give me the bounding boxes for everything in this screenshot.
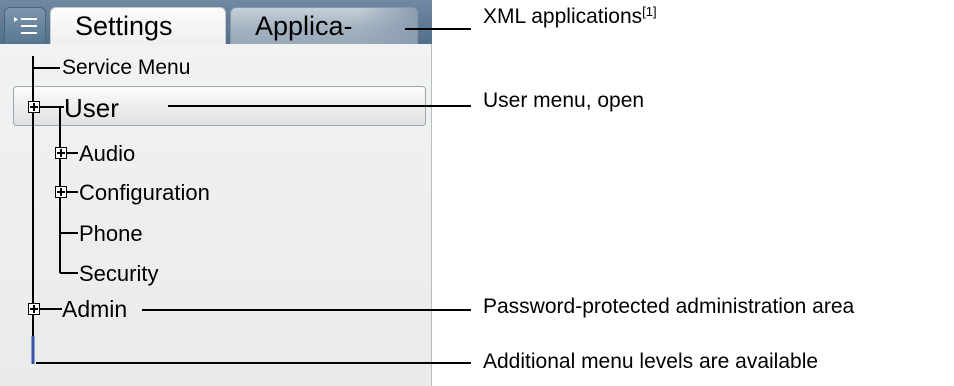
callout-line-admin [142,309,471,311]
tree-item-audio[interactable]: Audio [79,141,135,167]
expand-configuration-icon[interactable] [55,186,67,198]
callout-user-menu: User menu, open [483,89,645,112]
callout-line-more-levels [36,362,471,364]
tree-item-service-menu[interactable]: Service Menu [62,55,190,81]
callout-more-levels: Additional menu levels are available [483,350,819,373]
callout-admin-area: Password-protected administration area [483,295,855,318]
callout-line-user [168,105,471,107]
tree-item-security[interactable]: Security [79,261,158,287]
callout-xml-applications-text: XML applications [483,5,643,28]
tree-item-phone[interactable]: Phone [79,221,143,247]
expand-user-icon[interactable] [28,101,40,113]
tree-item-configuration[interactable]: Configuration [79,180,210,206]
expand-admin-icon[interactable] [28,303,40,315]
callout-footnote: [1] [642,4,657,19]
tree-item-user[interactable]: User [64,93,119,123]
phone-screen: Settings Applica- Service Menu User Audi… [0,0,432,386]
tree-item-admin[interactable]: Admin [62,296,127,322]
expand-audio-icon[interactable] [55,147,67,159]
callout-xml-applications: XML applications[1] [483,5,657,29]
callout-line-xml [405,28,471,30]
